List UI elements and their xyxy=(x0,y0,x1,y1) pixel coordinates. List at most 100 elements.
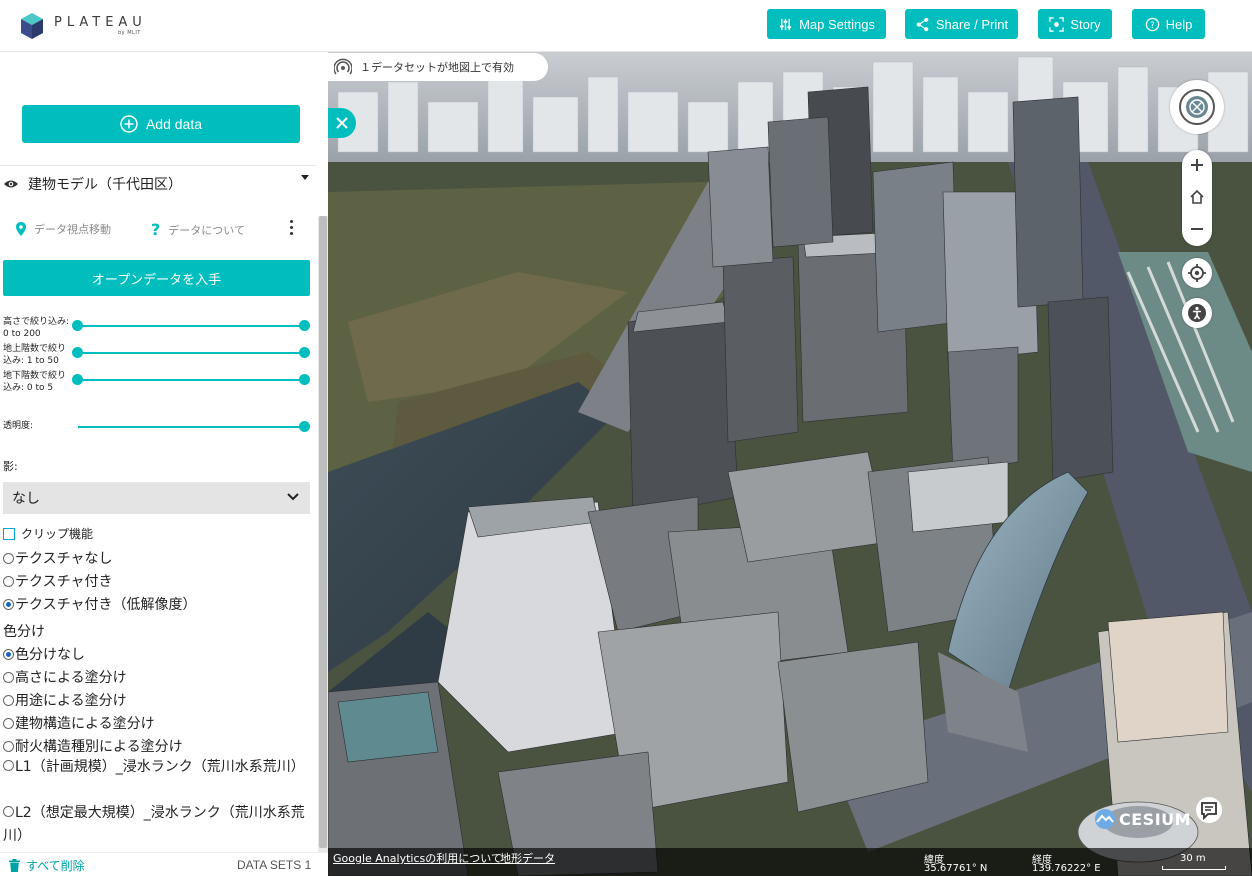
layer-card: 建物モデル（千代田区） データ視点移動 ? データについて オープンデータを入手… xyxy=(0,165,316,865)
map-settings-button[interactable]: Map Settings xyxy=(767,9,886,39)
color-heading: 色分け xyxy=(3,624,45,640)
cesium-logo[interactable]: CESIUM xyxy=(1094,808,1191,830)
map-pin-icon xyxy=(16,222,26,236)
checkbox-icon[interactable] xyxy=(3,527,15,540)
height-filter-max-handle[interactable] xyxy=(299,320,310,331)
compass-control[interactable] xyxy=(1170,80,1224,134)
clip-checkbox[interactable]: クリップ機能 xyxy=(3,525,93,542)
story-label: Story xyxy=(1070,16,1101,32)
terrain-data-link[interactable]: 地形データ xyxy=(500,850,555,866)
radio-icon[interactable] xyxy=(3,806,14,817)
radio-icon[interactable] xyxy=(3,694,14,706)
zoom-out-button[interactable] xyxy=(1182,214,1212,244)
about-data-label: データについて xyxy=(168,223,245,237)
delete-all-button[interactable]: すべて削除 xyxy=(9,857,85,874)
height-filter: 高さで絞り込み: 0 to 200 xyxy=(3,316,313,344)
color-option-none[interactable]: 色分けなし xyxy=(3,644,85,664)
scrollbar-thumb[interactable] xyxy=(319,216,327,848)
shadow-label: 影: xyxy=(3,460,18,473)
zoom-to-data-button[interactable]: データ視点移動 xyxy=(16,221,111,237)
sidebar-scrollbar[interactable] xyxy=(318,216,328,852)
floors-above-filter: 地上階数で絞り 込み: 1 to 50 xyxy=(3,343,313,371)
radio-icon[interactable] xyxy=(3,760,14,771)
active-datasets-status: １データセットが地図上で有効 xyxy=(328,53,548,81)
shadow-select[interactable]: なし xyxy=(3,482,310,514)
opacity-slider-handle[interactable] xyxy=(299,421,310,432)
layer-actions: データ視点移動 ? データについて xyxy=(0,218,316,240)
my-location-button[interactable] xyxy=(1182,258,1212,288)
feedback-button[interactable] xyxy=(1196,797,1222,823)
scale-label: 30 m xyxy=(1180,853,1206,864)
workbench-sidebar: Add data 建物モデル（千代田区） データ視点移動 ? データについて オ… xyxy=(0,52,328,876)
cesium-icon xyxy=(1095,809,1115,829)
shadow-selected-value: なし xyxy=(12,491,40,507)
color-option-height[interactable]: 高さによる塗分け xyxy=(3,667,127,687)
floors-above-filter-max-handle[interactable] xyxy=(299,347,310,358)
texture-option-textured[interactable]: テクスチャ付き xyxy=(3,571,112,591)
app-header: PLATEAU by MLIT Map Settings Share / Pri… xyxy=(0,0,1252,52)
cesium-text: CESIUM xyxy=(1119,809,1192,829)
color-option-l2-flood[interactable]: L2（想定最大規模）_浸水ランク（荒川水系荒川） xyxy=(3,802,311,848)
analytics-link[interactable]: Google Analyticsの利用について xyxy=(333,850,502,866)
sliders-icon xyxy=(779,18,792,30)
logo-text: PLATEAU xyxy=(54,15,147,30)
story-button[interactable]: Story xyxy=(1038,9,1112,39)
texture-option-none[interactable]: テクスチャなし xyxy=(3,548,112,568)
floors-below-filter-min-handle[interactable] xyxy=(72,374,83,385)
share-icon xyxy=(916,17,929,31)
feedback-icon xyxy=(1201,802,1217,820)
radio-icon[interactable] xyxy=(3,740,14,752)
help-label: Help xyxy=(1165,16,1193,32)
map-viewport[interactable] xyxy=(328,52,1252,876)
floors-below-filter: 地下階数で絞り 込み: 0 to 5 xyxy=(3,370,313,398)
latitude-value: 35.67761° N xyxy=(924,863,988,874)
layer-header[interactable]: 建物モデル（千代田区） xyxy=(0,172,316,196)
help-icon: ? xyxy=(1145,17,1159,31)
more-options-icon[interactable] xyxy=(290,220,294,238)
radio-icon[interactable] xyxy=(3,671,14,683)
about-data-button[interactable]: ? データについて xyxy=(151,220,245,239)
collapse-caret-icon[interactable] xyxy=(301,175,309,180)
minus-icon xyxy=(1191,228,1203,230)
color-option-l1-flood[interactable]: L1（計画規模）_浸水ランク（荒川水系荒川） xyxy=(3,756,311,779)
plateau-logo[interactable]: PLATEAU by MLIT xyxy=(20,9,160,43)
color-option-fireproof[interactable]: 耐火構造種別による塗分け xyxy=(3,736,183,756)
person-icon xyxy=(1188,304,1206,322)
reset-view-button[interactable] xyxy=(1182,182,1212,212)
height-filter-min-handle[interactable] xyxy=(72,320,83,331)
add-data-button[interactable]: Add data xyxy=(22,105,300,143)
get-open-data-button[interactable]: オープンデータを入手 xyxy=(3,260,310,296)
floors-below-filter-track[interactable] xyxy=(77,379,305,381)
share-print-button[interactable]: Share / Print xyxy=(905,9,1018,39)
scale-bar xyxy=(1162,866,1226,870)
trash-icon xyxy=(9,859,20,872)
floors-below-filter-label: 地下階数で絞り 込み: 0 to 5 xyxy=(3,371,67,393)
floors-above-filter-min-handle[interactable] xyxy=(72,347,83,358)
plateau-cube-icon xyxy=(21,13,43,39)
pedestrian-mode-button[interactable] xyxy=(1182,298,1212,328)
color-option-usage[interactable]: 用途による塗分け xyxy=(3,690,127,710)
help-button[interactable]: ? Help xyxy=(1132,9,1205,39)
broadcast-icon xyxy=(334,58,352,75)
eye-icon[interactable] xyxy=(3,178,19,190)
height-filter-track[interactable] xyxy=(77,325,305,327)
radio-icon[interactable] xyxy=(3,552,14,564)
radio-selected-icon[interactable] xyxy=(3,598,14,610)
datasets-count: DATA SETS 1 xyxy=(237,858,312,872)
city-3d-scene[interactable] xyxy=(328,52,1252,876)
floors-above-filter-track[interactable] xyxy=(77,352,305,354)
radio-icon[interactable] xyxy=(3,575,14,587)
texture-option-lowres[interactable]: テクスチャ付き（低解像度） xyxy=(3,594,196,614)
longitude-value: 139.76222° E xyxy=(1032,863,1101,874)
plus-icon xyxy=(1191,159,1203,171)
opacity-slider-track[interactable] xyxy=(78,426,304,428)
zoom-in-button[interactable] xyxy=(1182,150,1212,180)
color-option-structure[interactable]: 建物構造による塗分け xyxy=(3,713,155,733)
question-icon: ? xyxy=(151,220,161,239)
close-icon xyxy=(336,117,348,129)
floors-below-filter-max-handle[interactable] xyxy=(299,374,310,385)
map-bottom-bar: Google Analyticsの利用について 地形データ 緯度 35.6776… xyxy=(328,848,1252,876)
radio-selected-icon[interactable] xyxy=(3,648,14,660)
radio-icon[interactable] xyxy=(3,717,14,729)
clip-label: クリップ機能 xyxy=(21,527,94,541)
